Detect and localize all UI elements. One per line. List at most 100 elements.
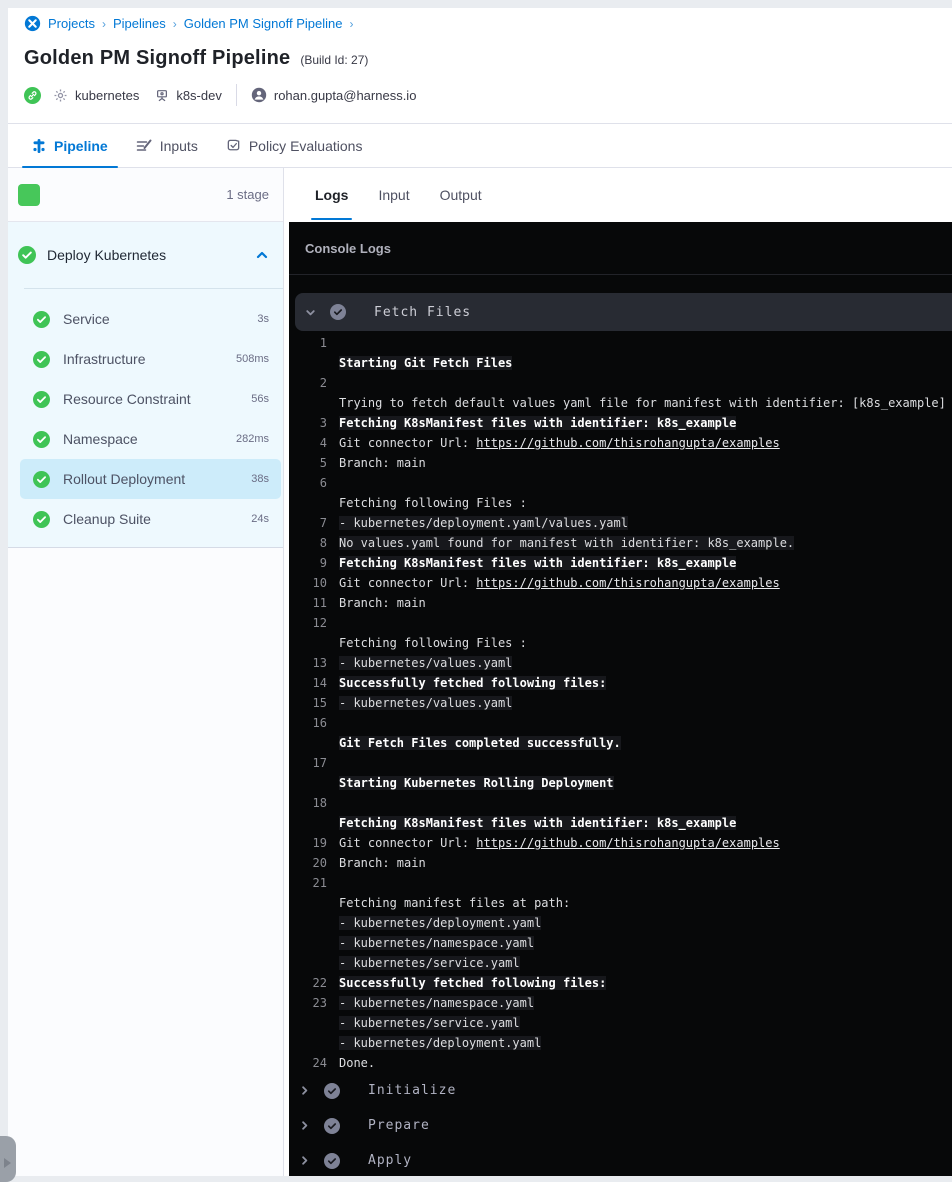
log-line-number: 20: [312, 856, 327, 870]
log-section-header-fetch-files[interactable]: Fetch Files: [295, 293, 952, 331]
log-row: 14 Successfully fetched following files:: [289, 673, 952, 693]
step-label: Namespace: [63, 431, 138, 447]
log-row: 8 No values.yaml found for manifest with …: [289, 533, 952, 553]
harness-logo-icon: [24, 15, 41, 32]
log-text: Branch: main: [339, 456, 426, 470]
log-row: 9 Fetching K8sManifest files with identif…: [289, 553, 952, 573]
log-line-number: 1: [319, 336, 327, 350]
collapsed-sections: Initialize Prepare Apply: [289, 1073, 952, 1176]
chevron-right-icon[interactable]: [298, 1119, 311, 1132]
step-label: Service: [63, 311, 110, 327]
log-row: 21: [289, 873, 952, 893]
log-text: - kubernetes/deployment.yaml: [339, 916, 542, 930]
log-row: - kubernetes/service.yaml: [289, 953, 952, 973]
log-text: - kubernetes/service.yaml: [339, 956, 520, 970]
chevron-up-icon[interactable]: [255, 248, 269, 262]
log-line-number: 8: [319, 536, 327, 550]
step-duration: 24s: [251, 513, 269, 525]
tab-output[interactable]: Output: [440, 168, 482, 222]
log-link[interactable]: https://github.com/thisrohangupta/exampl…: [476, 836, 779, 850]
inputs-icon: [136, 139, 152, 153]
status-check-icon: [324, 1117, 340, 1134]
log-text: - kubernetes/service.yaml: [339, 1016, 520, 1030]
log-line-number: 17: [312, 756, 327, 770]
breadcrumb-pipelines[interactable]: Pipelines: [113, 16, 166, 31]
log-text: - kubernetes/values.yaml: [339, 656, 513, 670]
step-row[interactable]: Resource Constraint 56s: [20, 379, 281, 419]
log-line-number: 13: [312, 656, 327, 670]
log-line-number: 23: [312, 996, 327, 1010]
tab-inputs[interactable]: Inputs: [126, 124, 208, 167]
log-row: Fetching K8sManifest files with identifi…: [289, 813, 952, 833]
log-line-number: 11: [312, 596, 327, 610]
stage-header-deploy-kubernetes[interactable]: Deploy Kubernetes: [8, 222, 283, 288]
stage-status-square[interactable]: [18, 183, 40, 206]
step-duration: 38s: [251, 473, 269, 485]
breadcrumb-pipeline-name[interactable]: Golden PM Signoff Pipeline: [184, 16, 343, 31]
section-label: Fetch Files: [374, 304, 472, 320]
divider: [235, 84, 237, 106]
log-text: No values.yaml found for manifest with i…: [339, 536, 795, 550]
log-text: - kubernetes/deployment.yaml: [339, 1036, 542, 1050]
tab-logs[interactable]: Logs: [310, 168, 353, 222]
step-duration: 282ms: [235, 433, 269, 445]
log-section-header-prepare[interactable]: Prepare: [289, 1108, 952, 1143]
step-row[interactable]: Rollout Deployment 38s: [20, 459, 281, 499]
corner-widget[interactable]: [0, 1136, 16, 1182]
log-section-header-apply[interactable]: Apply: [289, 1143, 952, 1176]
environment-tag[interactable]: k8s-dev: [155, 88, 222, 103]
log-text: Trying to fetch default values yaml file…: [339, 396, 946, 410]
log-line-number: 3: [319, 416, 327, 430]
step-row[interactable]: Infrastructure 508ms: [20, 339, 281, 379]
tab-pipeline[interactable]: Pipeline: [22, 124, 118, 168]
status-check-icon: [324, 1082, 340, 1099]
tab-policy-evaluations[interactable]: Policy Evaluations: [216, 124, 373, 167]
log-row: 6: [289, 473, 952, 493]
log-text: Successfully fetched following files:: [339, 976, 607, 990]
status-check-icon: [330, 304, 346, 320]
log-row: 4 Git connector Url: https://github.com/t…: [289, 433, 952, 453]
success-check-icon: [33, 310, 50, 328]
log-text: Fetching K8sManifest files with identifi…: [339, 416, 737, 430]
step-row[interactable]: Cleanup Suite 24s: [20, 499, 281, 539]
breadcrumb-projects[interactable]: Projects: [48, 16, 95, 31]
step-duration: 56s: [251, 393, 269, 405]
log-line-number: 5: [319, 456, 327, 470]
log-row: 17: [289, 753, 952, 773]
log-link[interactable]: https://github.com/thisrohangupta/exampl…: [476, 576, 779, 590]
log-text: Git Fetch Files completed successfully.: [339, 736, 621, 750]
log-line-number: 14: [312, 676, 327, 690]
service-name: kubernetes: [75, 87, 140, 103]
log-row: 7 - kubernetes/deployment.yaml/values.yam…: [289, 513, 952, 533]
page-title: Golden PM Signoff Pipeline: [24, 47, 291, 69]
log-row: 3 Fetching K8sManifest files with identif…: [289, 413, 952, 433]
log-row: 11 Branch: main: [289, 593, 952, 613]
log-line-number: 4: [319, 436, 327, 450]
chevron-right-icon[interactable]: [298, 1084, 311, 1097]
step-row[interactable]: Namespace 282ms: [20, 419, 281, 459]
user-email: rohan.gupta@harness.io: [273, 87, 417, 103]
step-duration: 3s: [257, 313, 269, 325]
log-panel: Logs Input Output Console Logs Fetch Fil…: [289, 168, 952, 1176]
log-line-number: 12: [312, 616, 327, 630]
service-tag[interactable]: kubernetes: [53, 88, 139, 103]
step-row[interactable]: Service 3s: [20, 299, 281, 339]
chevron-down-icon[interactable]: [304, 306, 317, 319]
log-text: Starting Git Fetch Files: [339, 356, 513, 370]
chevron-right-icon[interactable]: [298, 1154, 311, 1167]
pipeline-icon: [32, 138, 46, 154]
log-row: 10 Git connector Url: https://github.com/…: [289, 573, 952, 593]
log-text: - kubernetes/deployment.yaml/values.yaml: [339, 516, 628, 530]
module-tabbar: Pipeline Inputs Policy Evaluations: [8, 123, 952, 168]
log-row: 2: [289, 373, 952, 393]
log-row: 15 - kubernetes/values.yaml: [289, 693, 952, 713]
log-row: 19 Git connector Url: https://github.com/…: [289, 833, 952, 853]
tab-input[interactable]: Input: [378, 168, 409, 222]
log-row: 24 Done.: [289, 1053, 952, 1073]
log-section-header-initialize[interactable]: Initialize: [289, 1073, 952, 1108]
success-check-icon: [33, 430, 50, 448]
log-text: - kubernetes/values.yaml: [339, 696, 513, 710]
log-text: - kubernetes/namespace.yaml: [339, 996, 535, 1010]
success-check-icon: [33, 510, 50, 528]
log-link[interactable]: https://github.com/thisrohangupta/exampl…: [476, 436, 779, 450]
